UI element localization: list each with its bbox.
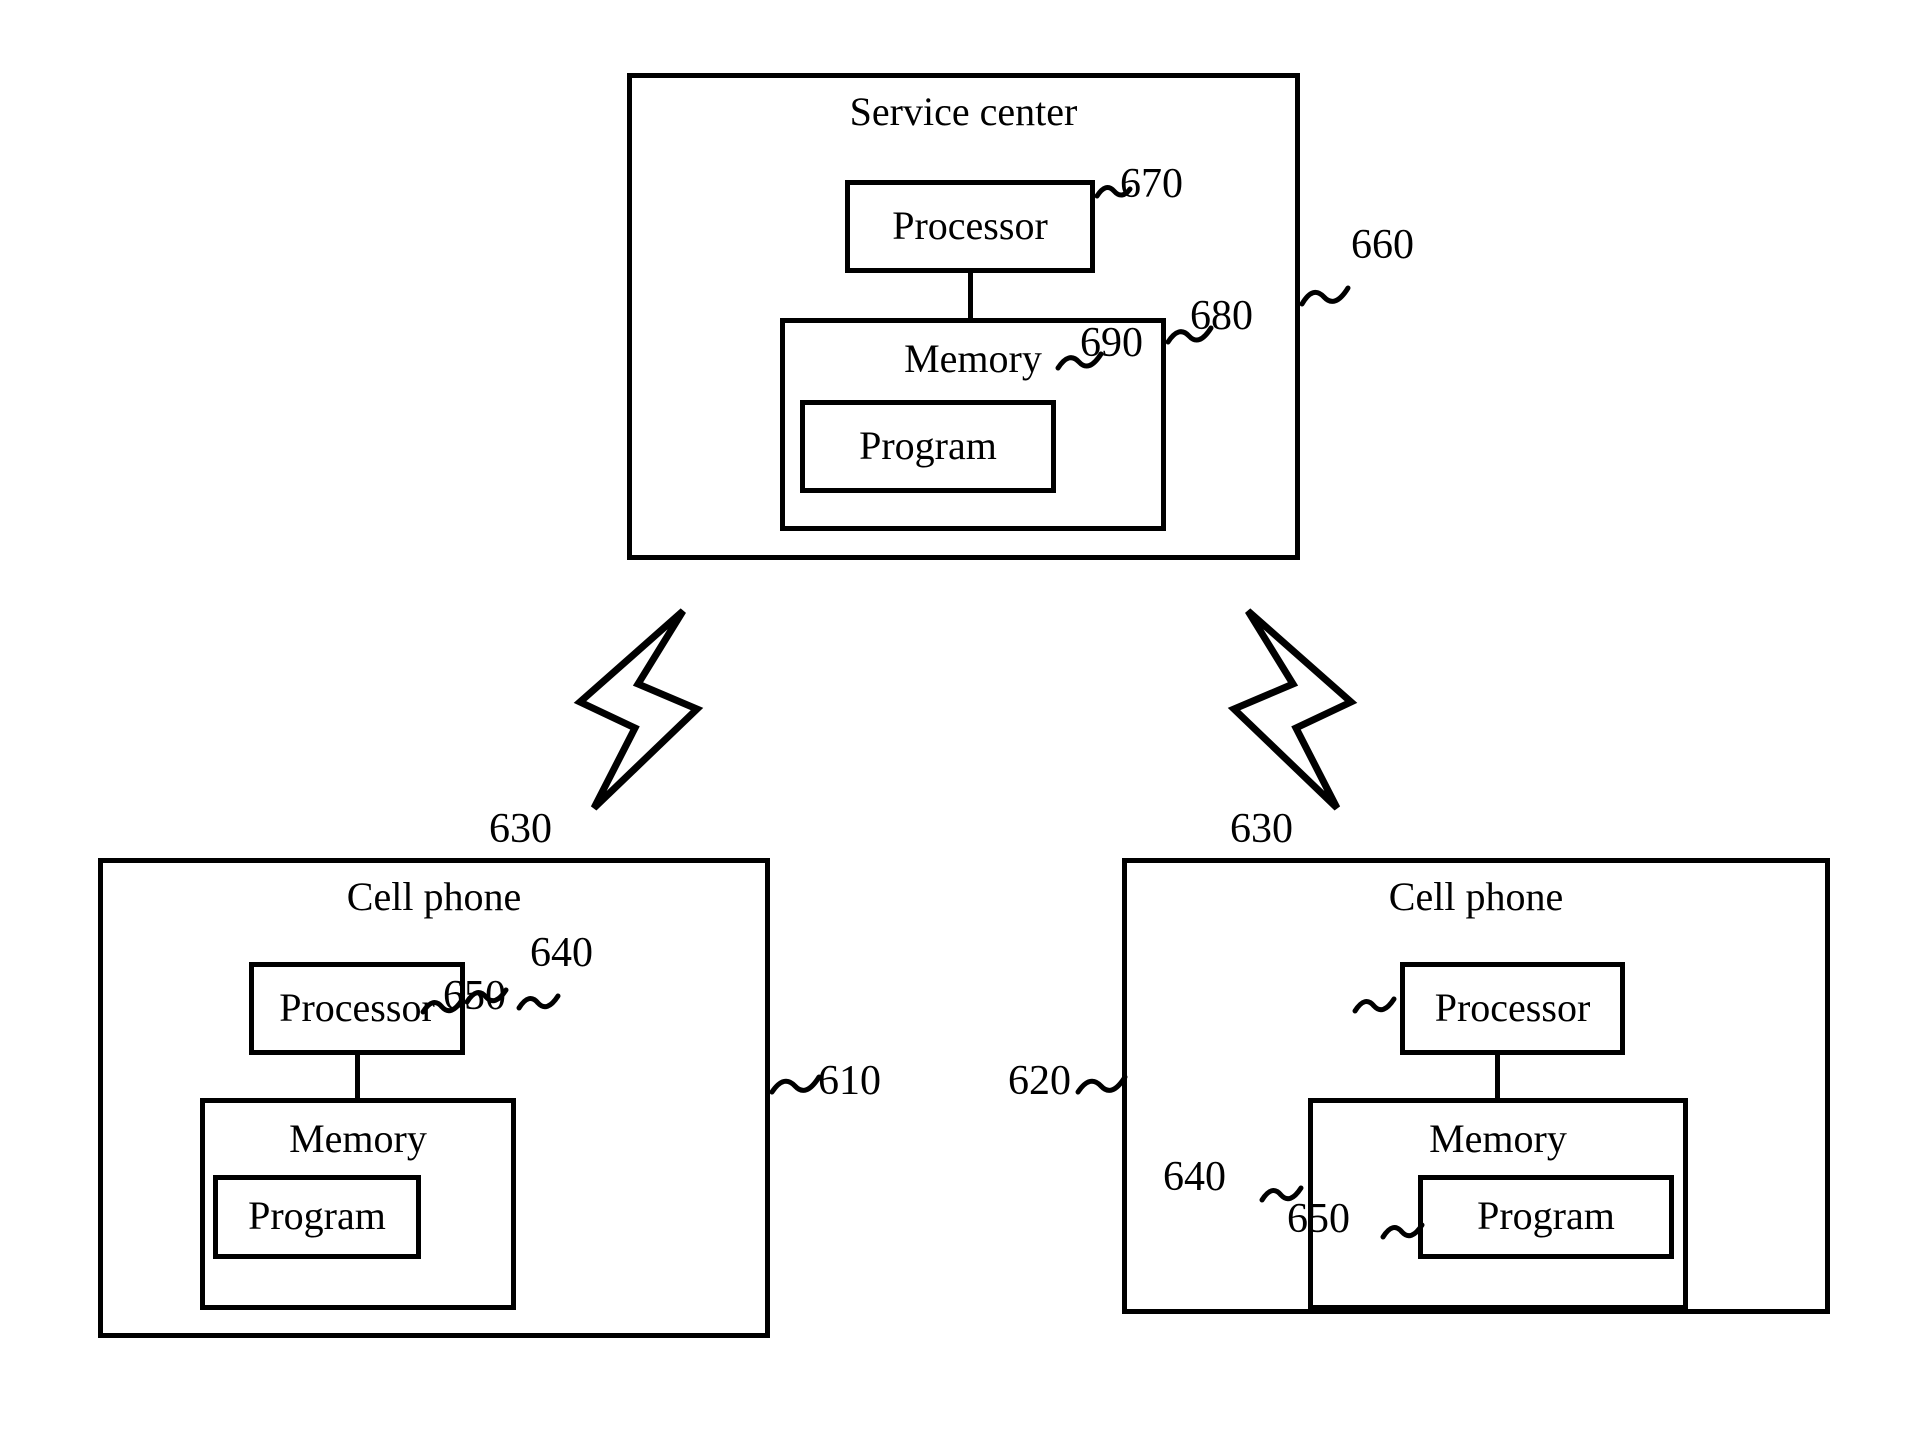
cell-phone-right-memory-label: Memory bbox=[1429, 1116, 1567, 1161]
ref-number-640-right: 640 bbox=[1163, 1154, 1226, 1200]
ref-number-660: 660 bbox=[1351, 222, 1414, 268]
service-center-program-label: Program bbox=[859, 422, 997, 468]
cell-phone-right-processor-box: Processor bbox=[1400, 962, 1625, 1055]
cell-phone-left-program-label: Program bbox=[248, 1193, 386, 1239]
cell-phone-left-memory-label: Memory bbox=[289, 1116, 427, 1161]
service-center-processor-label: Processor bbox=[892, 202, 1048, 248]
ref-number-650-left: 650 bbox=[443, 973, 506, 1019]
ref-number-650-right: 650 bbox=[1287, 1196, 1350, 1242]
patent-figure: Service center Processor Memory Program … bbox=[0, 0, 1912, 1439]
ref-number-620: 620 bbox=[1008, 1058, 1071, 1104]
service-center-program-box: Program bbox=[800, 400, 1056, 493]
cell-phone-left-processor-label: Processor bbox=[279, 984, 435, 1030]
cell-phone-left-processor-memory-connector bbox=[355, 1053, 360, 1101]
cell-phone-right-title: Cell phone bbox=[1388, 874, 1564, 919]
ref-number-670: 670 bbox=[1120, 161, 1183, 207]
cell-phone-right-processor-memory-connector bbox=[1495, 1053, 1500, 1101]
leader-line-610 bbox=[769, 1074, 822, 1095]
ref-number-630-right: 630 bbox=[1230, 806, 1293, 852]
cell-phone-right-program-label: Program bbox=[1477, 1193, 1615, 1239]
ref-number-680: 680 bbox=[1190, 293, 1253, 339]
cell-phone-left-processor-box: Processor bbox=[249, 962, 465, 1055]
cell-phone-right-program-box: Program bbox=[1418, 1175, 1674, 1259]
service-center-processor-memory-connector bbox=[968, 270, 973, 322]
cell-phone-left-program-box: Program bbox=[213, 1175, 421, 1259]
ref-number-630-left: 630 bbox=[489, 806, 552, 852]
lightning-bolt-icon-left bbox=[573, 608, 704, 811]
service-center-title: Service center bbox=[849, 89, 1078, 134]
ref-number-610: 610 bbox=[818, 1058, 881, 1104]
leader-line-620 bbox=[1075, 1074, 1128, 1095]
ref-number-690: 690 bbox=[1080, 320, 1143, 366]
service-center-processor-box: Processor bbox=[845, 180, 1095, 273]
ref-number-640-left: 640 bbox=[530, 930, 593, 976]
leader-line-660 bbox=[1299, 285, 1351, 307]
cell-phone-left-title: Cell phone bbox=[346, 874, 522, 919]
lightning-bolt-icon-right bbox=[1227, 608, 1358, 811]
cell-phone-right-processor-label: Processor bbox=[1434, 984, 1591, 1030]
